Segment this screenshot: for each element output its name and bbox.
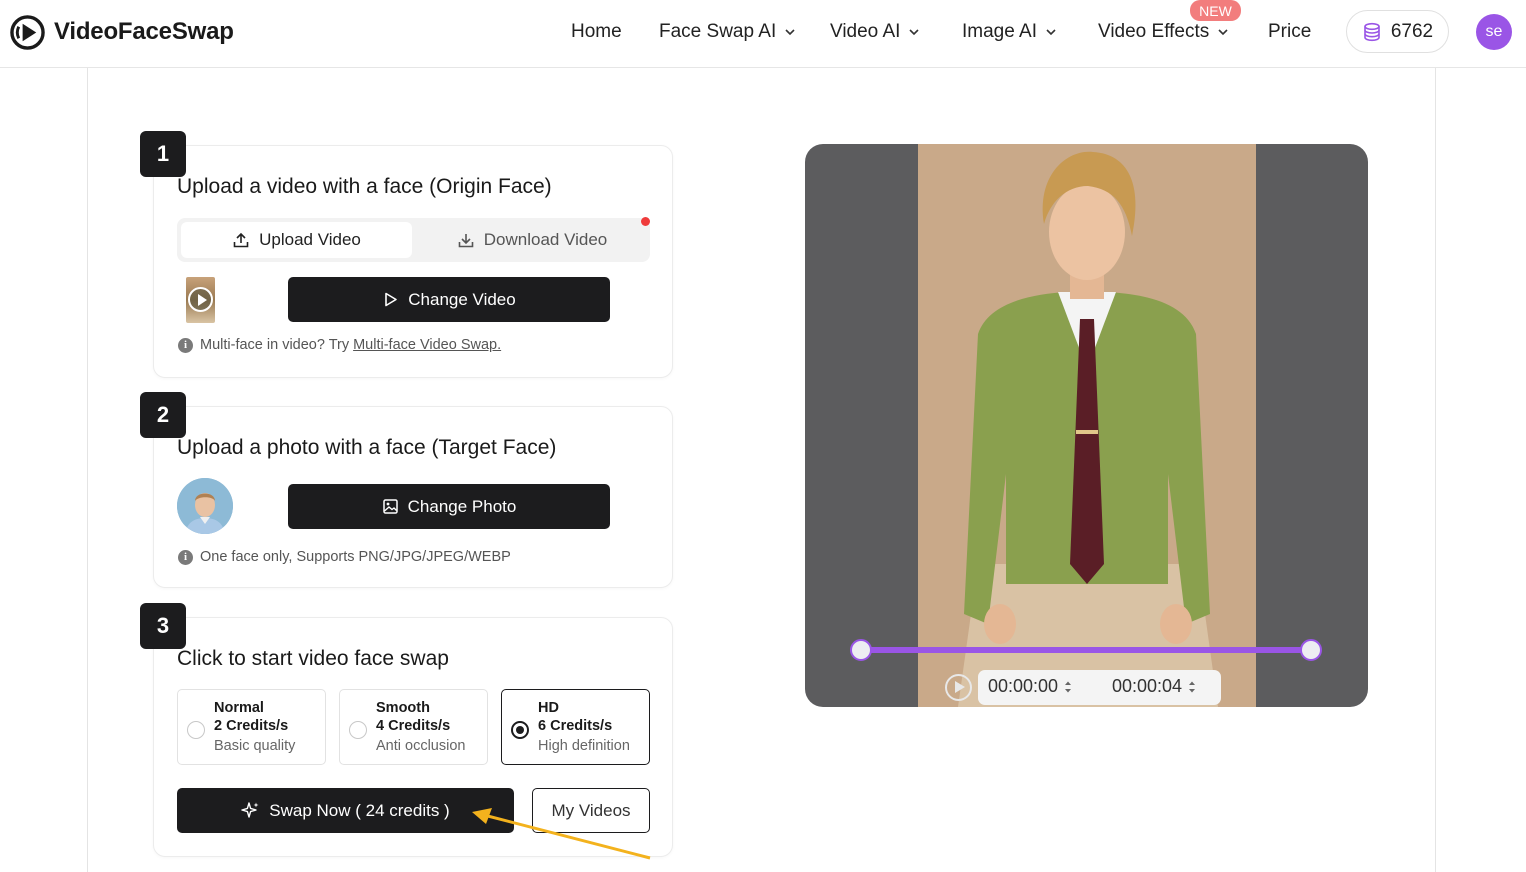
step3-title: Click to start video face swap	[177, 647, 449, 670]
target-face-photo[interactable]	[177, 478, 233, 534]
step3-number: 3	[140, 603, 186, 649]
nav-home[interactable]: Home	[571, 20, 622, 44]
step2-number: 2	[140, 392, 186, 438]
quality-name: Smooth	[376, 700, 430, 716]
quality-name: HD	[538, 700, 559, 716]
nav-price[interactable]: Price	[1268, 20, 1311, 44]
credits-balance[interactable]: 6762	[1346, 10, 1449, 53]
upload-icon	[233, 232, 249, 248]
start-time-value: 00:00:00	[988, 676, 1059, 696]
step1-hint: i Multi-face in video? Try Multi-face Vi…	[178, 337, 501, 353]
change-video-button[interactable]: Change Video	[288, 277, 610, 322]
quality-option-hd[interactable]: HD 6 Credits/s High definition	[501, 689, 650, 765]
brand-name: VideoFaceSwap	[54, 18, 234, 45]
content-frame-right	[1435, 68, 1436, 872]
radio-smooth[interactable]	[349, 721, 367, 739]
content-frame-left	[87, 68, 88, 872]
play-icon	[188, 287, 213, 312]
quality-option-smooth[interactable]: Smooth 4 Credits/s Anti occlusion	[339, 689, 488, 765]
new-badge: NEW	[1190, 0, 1241, 21]
chevron-down-icon	[1046, 29, 1056, 36]
nav-video-ai[interactable]: Video AI	[830, 20, 920, 44]
end-time-value: 00:00:04	[1112, 676, 1183, 696]
nav-price-label: Price	[1268, 21, 1312, 42]
tab-download-video[interactable]: Download Video	[417, 222, 647, 258]
info-icon: i	[178, 549, 193, 565]
logo-icon	[10, 14, 45, 50]
step1-title: Upload a video with a face (Origin Face)	[177, 175, 552, 198]
nav-face-swap-ai-label: Face Swap AI	[659, 21, 777, 42]
nav-video-ai-label: Video AI	[830, 21, 901, 42]
annotation-arrow	[472, 808, 651, 860]
video-source-tabs: Upload Video Download Video	[177, 218, 650, 262]
nav-image-ai[interactable]: Image AI	[962, 20, 1057, 44]
image-icon	[382, 499, 398, 514]
quality-credits: 4 Credits/s	[376, 718, 451, 734]
user-avatar[interactable]: se	[1476, 14, 1512, 50]
quality-name: Normal	[214, 700, 264, 716]
brand-logo[interactable]: VideoFaceSwap	[10, 14, 234, 50]
step2-hint-text: One face only, Supports PNG/JPG/JPEG/WEB…	[200, 549, 511, 565]
quality-desc: High definition	[538, 738, 630, 754]
quality-credits: 2 Credits/s	[214, 718, 289, 734]
video-preview[interactable]	[805, 144, 1368, 707]
start-time-field[interactable]: 00:00:00	[988, 676, 1072, 697]
info-icon: i	[178, 337, 193, 353]
credits-count: 6762	[1390, 20, 1434, 42]
trim-end-handle[interactable]	[1300, 639, 1322, 661]
swap-now-label: Swap Now ( 24 credits )	[269, 800, 450, 820]
change-photo-button[interactable]: Change Photo	[288, 484, 610, 529]
video-thumbnail[interactable]	[186, 277, 215, 323]
stepper-icon[interactable]	[1188, 679, 1196, 695]
change-video-label: Change Video	[408, 289, 516, 309]
chevron-down-icon	[909, 29, 920, 36]
step2-title: Upload a photo with a face (Target Face)	[177, 436, 557, 459]
nav-face-swap-ai[interactable]: Face Swap AI	[659, 20, 796, 44]
quality-desc: Anti occlusion	[376, 738, 466, 754]
stepper-icon[interactable]	[1064, 679, 1072, 695]
chevron-down-icon	[1218, 29, 1228, 36]
nav-image-ai-label: Image AI	[962, 21, 1037, 42]
top-navbar: VideoFaceSwap Home Face Swap AI Video AI…	[0, 0, 1526, 68]
quality-option-normal[interactable]: Normal 2 Credits/s Basic quality	[177, 689, 326, 765]
multi-face-swap-link[interactable]: Multi-face Video Swap.	[353, 337, 501, 353]
trim-range-track[interactable]	[861, 647, 1311, 653]
change-photo-label: Change Photo	[407, 496, 517, 516]
target-face-image	[177, 478, 233, 534]
database-icon	[1364, 22, 1380, 41]
nav-home-label: Home	[571, 21, 622, 42]
tab-download-video-label: Download Video	[483, 230, 608, 249]
sparkle-icon	[241, 802, 259, 818]
notification-dot	[641, 217, 650, 226]
tab-upload-video-label: Upload Video	[259, 230, 361, 249]
trim-start-handle[interactable]	[850, 639, 872, 661]
play-icon[interactable]	[945, 674, 972, 701]
radio-hd[interactable]	[511, 721, 529, 739]
step1-hint-text: Multi-face in video? Try	[200, 337, 350, 353]
chevron-down-icon	[785, 29, 795, 36]
step1-number: 1	[140, 131, 186, 177]
play-outline-icon	[385, 292, 398, 307]
download-icon	[458, 234, 474, 248]
quality-credits: 6 Credits/s	[538, 718, 613, 734]
end-time-field[interactable]: 00:00:04	[1112, 676, 1196, 697]
tab-upload-video[interactable]: Upload Video	[181, 222, 412, 258]
preview-frame-image	[918, 144, 1256, 707]
radio-normal[interactable]	[187, 721, 205, 739]
nav-video-effects-label: Video Effects	[1098, 21, 1210, 42]
quality-desc: Basic quality	[214, 738, 296, 754]
step2-hint: i One face only, Supports PNG/JPG/JPEG/W…	[178, 549, 511, 565]
time-range-box: 00:00:00 00:00:04	[978, 670, 1221, 705]
nav-video-effects[interactable]: Video Effects	[1098, 20, 1229, 44]
